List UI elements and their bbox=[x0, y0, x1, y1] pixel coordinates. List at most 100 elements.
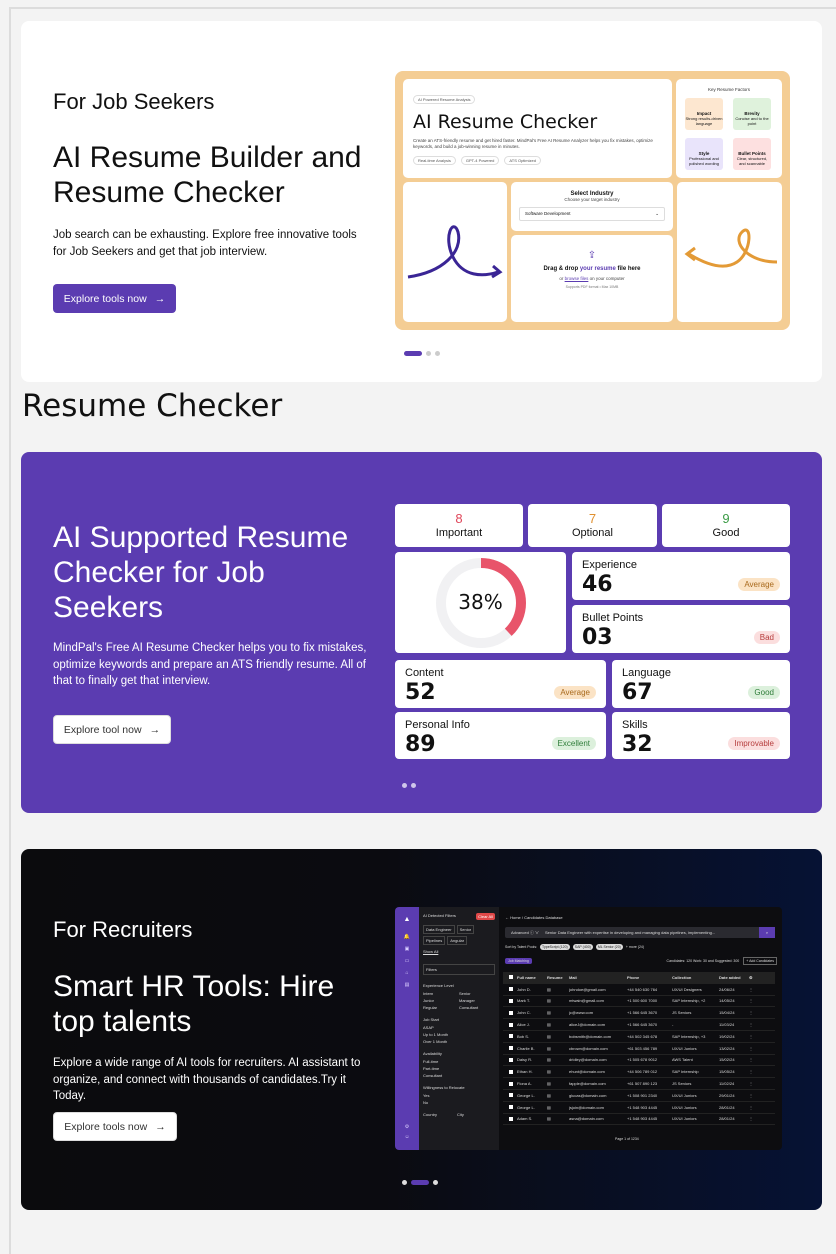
clear-all-button[interactable]: Clear All bbox=[476, 913, 495, 920]
ai-tag: AI Powered Resume Analysis bbox=[413, 95, 476, 104]
intro-panel: AI Powered Resume Analysis AI Resume Che… bbox=[403, 79, 672, 178]
row-checkbox[interactable] bbox=[509, 1093, 513, 1098]
explore-tools-button[interactable]: Explore tools now → bbox=[53, 1112, 177, 1141]
pool-chip[interactable]: SAP (400) bbox=[572, 944, 593, 950]
search-icon[interactable]: ⌕ bbox=[759, 927, 775, 938]
carousel-dot[interactable] bbox=[404, 351, 422, 356]
row-checkbox[interactable] bbox=[509, 1034, 513, 1039]
row-checkbox[interactable] bbox=[509, 1046, 513, 1051]
more-icon[interactable]: ⋮ bbox=[749, 1022, 753, 1027]
more-icon[interactable]: ⋮ bbox=[749, 1057, 753, 1062]
resume-file-icon: ▤ bbox=[547, 1022, 551, 1028]
chip: GPT-4 Powered bbox=[460, 156, 500, 165]
description: MindPal's Free AI Resume Checker helps y… bbox=[53, 642, 367, 687]
table-row[interactable]: Bob S. ▤ bobsmith@domain.com +44 502 345 67… bbox=[503, 1031, 775, 1043]
pool-chip[interactable]: TypeScript (120) bbox=[540, 944, 570, 950]
carousel-dot[interactable] bbox=[402, 783, 407, 788]
button-label: Explore tool now bbox=[63, 723, 142, 736]
table-row[interactable]: Charlie B. ▤ cbrown@domain.com +61 503 456 … bbox=[503, 1043, 775, 1055]
explore-tool-button[interactable]: Explore tool now → bbox=[53, 715, 171, 744]
row-checkbox[interactable] bbox=[509, 1069, 513, 1074]
row-checkbox[interactable] bbox=[509, 998, 513, 1003]
stat-experience: Experience 46 Average bbox=[572, 552, 790, 600]
candidates-table: Full name Resume Mail Phone Collection Date a… bbox=[503, 972, 775, 1126]
table-row[interactable]: George L. ▤ jsjoin@domain.com +1 548 903 44… bbox=[503, 1102, 775, 1114]
carousel-dot[interactable] bbox=[402, 1180, 407, 1185]
pool-chip[interactable]: ML Senior (20) bbox=[595, 944, 623, 950]
carousel-dot[interactable] bbox=[411, 1180, 429, 1185]
more-icon[interactable]: ⋮ bbox=[749, 1010, 753, 1015]
more-icon[interactable]: ⋮ bbox=[749, 1069, 753, 1074]
table-row[interactable]: Fiona A. ▤ fapple@domain.com +61 507 890 12… bbox=[503, 1078, 775, 1090]
industry-select[interactable]: Software Development ⌄ bbox=[519, 207, 665, 221]
carousel-dot[interactable] bbox=[411, 783, 416, 788]
chip: Real-time Analysis bbox=[413, 156, 456, 165]
row-checkbox[interactable] bbox=[509, 1116, 513, 1121]
carousel-dots bbox=[404, 351, 440, 356]
resume-file-icon: ▤ bbox=[547, 1092, 551, 1098]
carousel-dot[interactable] bbox=[433, 1180, 438, 1185]
good-count: 9 Good bbox=[662, 504, 790, 547]
more-icon[interactable]: ⋮ bbox=[749, 1116, 753, 1121]
stat-skills: Skills 32 Improvable bbox=[612, 712, 790, 759]
resume-file-icon: ▤ bbox=[547, 1104, 551, 1110]
stat-personal-info: Personal Info 89 Excellent bbox=[395, 712, 606, 759]
browse-files-link[interactable]: browse files bbox=[565, 276, 589, 281]
search-input[interactable]: Senior Data Engineer with expertise in d… bbox=[545, 930, 715, 935]
more-icon[interactable]: ⋮ bbox=[749, 1081, 753, 1086]
row-checkbox[interactable] bbox=[509, 1057, 513, 1062]
search-bar[interactable]: Advanced ⓘ ∨ Senior Data Engineer with ex… bbox=[505, 927, 775, 938]
table-toolbar: Job Matching Candidates: 120 Work: 30 an… bbox=[505, 957, 777, 965]
table-row[interactable]: Mark T. ▤ mtwain@gmail.com +1 500 600 7000 S… bbox=[503, 996, 775, 1008]
carousel-dot[interactable] bbox=[435, 351, 440, 356]
pagination[interactable]: Page 1 of 1234 bbox=[615, 1137, 639, 1141]
job-matching-toggle[interactable]: Job Matching bbox=[505, 958, 532, 964]
more-icon[interactable]: ⋮ bbox=[749, 1105, 753, 1110]
table-row[interactable]: John D. ▤ johndoe@gmail.com +44 540 630 764… bbox=[503, 984, 775, 996]
explore-tools-button[interactable]: Explore tools now → bbox=[53, 284, 176, 313]
carousel-dots bbox=[402, 783, 416, 788]
chip: ATS Optimized bbox=[504, 156, 541, 165]
table-header: Full name Resume Mail Phone Collection Date a… bbox=[503, 972, 775, 984]
job-seekers-card: For Job Seekers AI Resume Builder and Re… bbox=[21, 21, 822, 382]
table-row[interactable]: Alice J. ▤ aliceJ@domain.com +1 566 645 367… bbox=[503, 1019, 775, 1031]
filters-panel: AI Detected Filters Clear All Data Engine… bbox=[419, 907, 499, 1150]
row-checkbox[interactable] bbox=[509, 1105, 513, 1110]
headline: AI Supported Resume Checker for Job Seek… bbox=[53, 521, 349, 624]
nav-icons[interactable]: 🔔 ▣ ▭ ⌂ ▤ bbox=[395, 931, 419, 991]
row-checkbox[interactable] bbox=[509, 1010, 513, 1015]
settings-icon[interactable]: ⚙ ☺ bbox=[395, 1122, 419, 1142]
more-icon[interactable]: ⋮ bbox=[749, 1093, 753, 1098]
resume-file-icon: ▤ bbox=[547, 1045, 551, 1051]
description: Job search can be exhausting. Explore fr… bbox=[53, 229, 357, 258]
filter-tag[interactable]: Data Engineer bbox=[423, 925, 455, 934]
filter-tag[interactable]: Pipelines bbox=[423, 936, 446, 945]
show-all-link[interactable]: Show All bbox=[419, 947, 499, 956]
row-checkbox[interactable] bbox=[509, 1022, 513, 1027]
arrow-right-icon: → bbox=[155, 1120, 166, 1133]
headline: AI Resume Builder and Resume Checker bbox=[53, 141, 362, 209]
table-row[interactable]: George L. ▤ glucas@domain.com +1 508 901 23… bbox=[503, 1090, 775, 1102]
add-candidates-button[interactable]: + Add Candidates bbox=[743, 957, 777, 965]
table-row[interactable]: John C. ▤ jc@www.com +1 566 645 3670 JS Seni… bbox=[503, 1007, 775, 1020]
more-icon[interactable]: ⋮ bbox=[749, 1034, 753, 1039]
upload-panel[interactable]: ⇪ Drag & drop your resume file here or b… bbox=[511, 235, 673, 322]
arrow-right-icon: → bbox=[154, 292, 166, 305]
resume-file-icon: ▤ bbox=[547, 998, 551, 1004]
row-checkbox[interactable] bbox=[509, 987, 513, 992]
orange-arrow-icon bbox=[684, 228, 778, 268]
table-row[interactable]: Adam S. ▤ asna@domain.com +1 548 903 4445 UX… bbox=[503, 1114, 775, 1126]
table-row[interactable]: Daisy R. ▤ dridley@domain.com +1 505 678 90… bbox=[503, 1055, 775, 1067]
factor-brevity: Brevity Concise and to the point bbox=[733, 98, 771, 130]
more-icon[interactable]: ⋮ bbox=[749, 1046, 753, 1051]
more-icon[interactable]: ⋮ bbox=[749, 998, 753, 1003]
filter-tag[interactable]: Senior bbox=[456, 925, 475, 934]
industry-panel: Select Industry Choose your target indus… bbox=[511, 182, 673, 231]
carousel-dot[interactable] bbox=[426, 351, 431, 356]
row-checkbox[interactable] bbox=[509, 1081, 513, 1086]
filters-dropdown[interactable]: Filters bbox=[423, 964, 495, 975]
more-icon[interactable]: ⋮ bbox=[749, 987, 753, 992]
filter-tag[interactable]: Angular bbox=[447, 936, 468, 945]
breadcrumb[interactable]: ← Home / Candidates Database bbox=[505, 915, 563, 920]
table-row[interactable]: Ethan H. ▤ ehunt@domain.com +44 506 789 012… bbox=[503, 1066, 775, 1079]
